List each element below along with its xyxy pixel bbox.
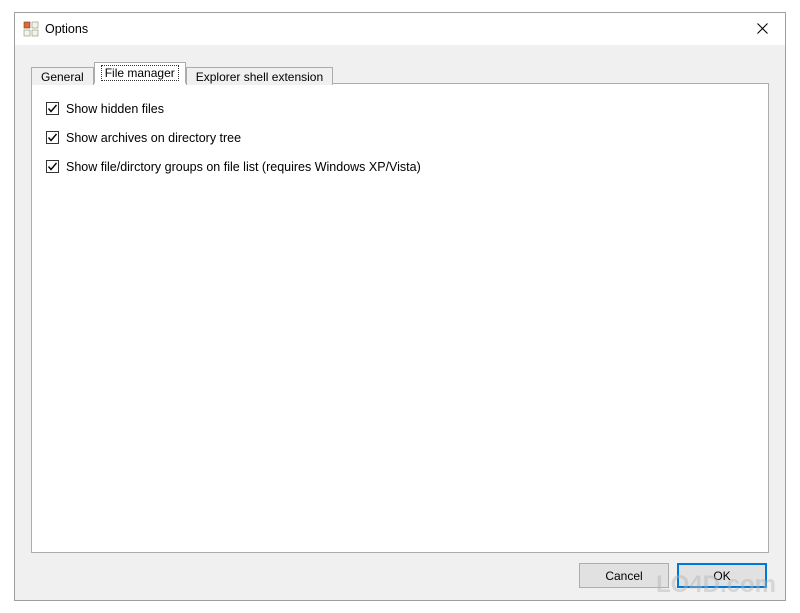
close-icon: [757, 22, 768, 37]
tab-label: General: [41, 70, 84, 84]
tab-file-manager[interactable]: File manager: [94, 62, 186, 84]
checkbox-label: Show hidden files: [66, 102, 164, 116]
titlebar: Options: [15, 13, 785, 45]
tab-label: Explorer shell extension: [196, 70, 323, 84]
tab-panel-file-manager: Show hidden files Show archives on direc…: [31, 83, 769, 553]
ok-button[interactable]: OK: [677, 563, 767, 588]
client-area: General File manager Explorer shell exte…: [15, 45, 785, 600]
tab-label: File manager: [101, 65, 179, 81]
button-label: OK: [713, 569, 730, 583]
tabs-header: General File manager Explorer shell exte…: [31, 61, 769, 83]
checkbox-show-groups[interactable]: [46, 160, 59, 173]
button-label: Cancel: [605, 569, 642, 583]
check-icon: [47, 132, 58, 143]
options-window: Options General File manager: [14, 12, 786, 601]
tab-explorer-shell[interactable]: Explorer shell extension: [186, 67, 333, 85]
tab-general[interactable]: General: [31, 67, 94, 85]
option-show-groups[interactable]: Show file/dirctory groups on file list (…: [46, 158, 754, 175]
window-title: Options: [45, 22, 88, 36]
app-icon: [23, 21, 39, 37]
check-icon: [47, 103, 58, 114]
checkbox-show-archives[interactable]: [46, 131, 59, 144]
button-row: Cancel OK: [31, 563, 769, 588]
tabs-container: General File manager Explorer shell exte…: [31, 61, 769, 553]
checkbox-show-hidden[interactable]: [46, 102, 59, 115]
option-show-hidden[interactable]: Show hidden files: [46, 100, 754, 117]
cancel-button[interactable]: Cancel: [579, 563, 669, 588]
checkbox-label: Show archives on directory tree: [66, 131, 241, 145]
checkbox-label: Show file/dirctory groups on file list (…: [66, 160, 421, 174]
close-button[interactable]: [739, 13, 785, 45]
option-show-archives[interactable]: Show archives on directory tree: [46, 129, 754, 146]
check-icon: [47, 161, 58, 172]
